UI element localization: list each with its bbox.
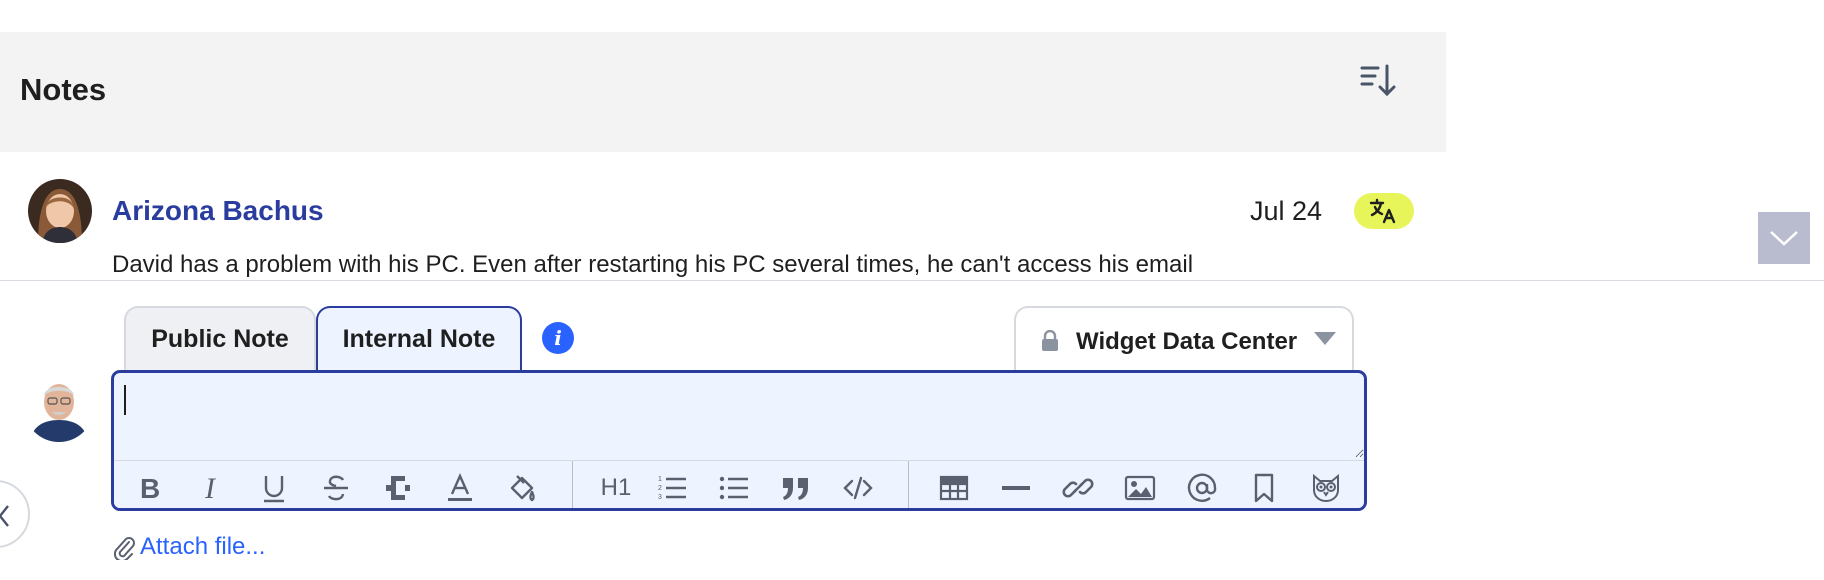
attach-file-label: Attach file... <box>140 533 266 560</box>
divider <box>0 280 1824 281</box>
horizontal-rule-button[interactable] <box>998 470 1034 506</box>
collapse-button[interactable] <box>0 480 30 548</box>
italic-button[interactable]: I <box>194 470 230 506</box>
image-button[interactable] <box>1122 470 1158 506</box>
chevron-down-icon <box>1770 231 1798 246</box>
ordered-list-button[interactable]: 1 2 3 <box>654 470 690 506</box>
svg-text:3: 3 <box>658 494 662 501</box>
bold-button[interactable]: B <box>132 470 168 506</box>
editor-toolbar: B I H1 1 2 3 <box>114 460 1364 508</box>
code-button[interactable] <box>840 470 876 506</box>
bullet-list-button[interactable] <box>716 470 752 506</box>
bookmark-button[interactable] <box>1246 470 1282 506</box>
strikethrough-button[interactable] <box>318 470 354 506</box>
svg-text:B: B <box>140 473 160 504</box>
info-icon[interactable]: i <box>542 322 574 354</box>
toolbar-separator <box>908 461 909 508</box>
text-color-button[interactable] <box>442 470 478 506</box>
toolbar-separator <box>572 461 573 508</box>
paperclip-icon <box>113 537 135 560</box>
sort-descending-icon[interactable] <box>1360 60 1396 100</box>
table-button[interactable] <box>936 470 972 506</box>
link-button[interactable] <box>1060 470 1096 506</box>
svg-text:I: I <box>204 472 217 504</box>
current-user-avatar <box>24 372 94 442</box>
notes-panel: Notes Arizona Bachus Jul 24 David has a … <box>0 0 1824 580</box>
mention-button[interactable] <box>1184 470 1220 506</box>
owl-icon[interactable] <box>1308 470 1344 506</box>
svg-text:1: 1 <box>658 476 662 483</box>
page-title: Notes <box>20 72 107 107</box>
tab-public-note[interactable]: Public Note <box>124 306 316 371</box>
note-input[interactable] <box>114 373 1364 458</box>
scroll-down-button[interactable] <box>1758 212 1810 264</box>
heading-button[interactable]: H1 <box>592 470 640 506</box>
note-date: Jul 24 <box>1250 196 1323 226</box>
note-body: David has a problem with his PC. Even af… <box>112 251 1194 278</box>
lock-icon <box>1040 329 1060 357</box>
note-author-link[interactable]: Arizona Bachus <box>112 195 324 227</box>
author-avatar <box>28 179 92 243</box>
tab-internal-note[interactable]: Internal Note <box>316 306 522 371</box>
visibility-select[interactable]: Widget Data Center <box>1014 306 1354 371</box>
highlight-button[interactable] <box>504 470 540 506</box>
chevron-left-icon <box>0 505 9 527</box>
quote-button[interactable] <box>778 470 814 506</box>
note-editor: B I H1 1 2 3 <box>111 370 1367 511</box>
attach-file-link[interactable]: Attach file... <box>112 533 265 561</box>
notes-header: Notes <box>0 32 1446 152</box>
visibility-label: Widget Data Center <box>1076 328 1298 355</box>
svg-text:2: 2 <box>658 485 662 492</box>
underline-button[interactable] <box>256 470 292 506</box>
translate-icon[interactable] <box>1354 193 1414 229</box>
clear-format-button[interactable] <box>380 470 416 506</box>
caret-down-icon <box>1314 332 1336 351</box>
text-caret <box>124 385 126 415</box>
